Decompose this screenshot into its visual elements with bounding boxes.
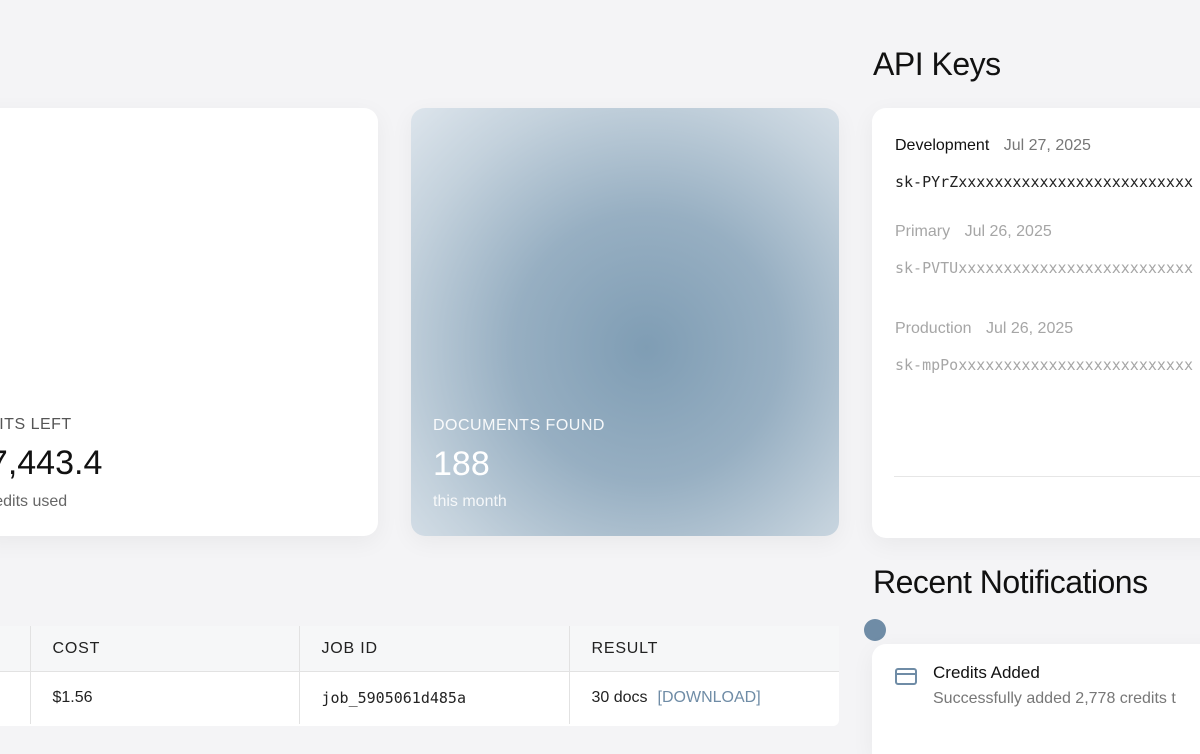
api-key-value[interactable]: sk-PVTUxxxxxxxxxxxxxxxxxxxxxxxxxx xyxy=(895,259,1193,277)
table-cell xyxy=(0,671,31,724)
documents-found-label: DOCUMENTS FOUND xyxy=(433,417,605,434)
download-link[interactable]: [DOWNLOAD] xyxy=(658,689,761,706)
api-key-name: Production xyxy=(895,320,972,337)
api-key-value[interactable]: sk-PYrZxxxxxxxxxxxxxxxxxxxxxxxxxx xyxy=(895,173,1193,191)
column-header-result[interactable]: RESULT xyxy=(569,626,839,672)
api-key-date: Jul 27, 2025 xyxy=(1003,137,1091,154)
result-count: 30 docs xyxy=(591,689,648,706)
result-cell: 30 docs [DOWNLOAD] xyxy=(569,672,839,725)
jobs-table: COST JOB ID RESULT $1.56 job_5905061d485… xyxy=(0,626,839,726)
api-key-item-primary[interactable]: Primary Jul 26, 2025 sk-PVTUxxxxxxxxxxxx… xyxy=(895,223,1193,277)
cost-cell: $1.56 xyxy=(30,671,300,724)
recent-notifications-title: Recent Notifications xyxy=(873,564,1148,600)
documents-period-text: this month xyxy=(433,493,507,510)
credit-card-icon xyxy=(895,668,917,685)
notification-message: Successfully added 2,778 credits t xyxy=(933,690,1176,707)
api-key-value[interactable]: sk-mpPoxxxxxxxxxxxxxxxxxxxxxxxxxx xyxy=(895,356,1193,374)
credits-left-card: EDITS LEFT 37,443.4 / credits used xyxy=(0,108,378,536)
divider xyxy=(894,476,1200,477)
api-key-date: Jul 26, 2025 xyxy=(964,223,1052,240)
table-row: $1.56 job_5905061d485a 30 docs [DOWNLOAD] xyxy=(0,671,839,725)
api-key-item-production[interactable]: Production Jul 26, 2025 sk-mpPoxxxxxxxxx… xyxy=(895,320,1193,374)
api-keys-card: Development Jul 27, 2025 sk-PYrZxxxxxxxx… xyxy=(872,108,1200,538)
documents-found-card: DOCUMENTS FOUND 188 this month xyxy=(411,108,839,536)
credits-left-value: 37,443.4 xyxy=(0,444,103,482)
job-id-cell: job_5905061d485a xyxy=(299,671,570,724)
column-header-cost[interactable]: COST xyxy=(30,626,300,672)
documents-found-value: 188 xyxy=(433,445,490,483)
column-header[interactable] xyxy=(0,626,31,672)
timeline-dot xyxy=(864,619,886,641)
credits-left-label: EDITS LEFT xyxy=(0,416,72,433)
table-header-row: COST JOB ID RESULT xyxy=(0,626,839,672)
credits-used-text: / credits used xyxy=(0,493,68,510)
column-header-job-id[interactable]: JOB ID xyxy=(299,626,570,672)
notification-item[interactable]: Credits Added Successfully added 2,778 c… xyxy=(872,644,1200,754)
api-key-name: Primary xyxy=(895,223,951,240)
notification-title: Credits Added xyxy=(933,663,1040,682)
api-key-item-development[interactable]: Development Jul 27, 2025 sk-PYrZxxxxxxxx… xyxy=(895,137,1193,191)
api-key-name: Development xyxy=(895,137,990,154)
api-key-date: Jul 26, 2025 xyxy=(985,320,1074,337)
api-keys-title: API Keys xyxy=(873,46,1001,82)
